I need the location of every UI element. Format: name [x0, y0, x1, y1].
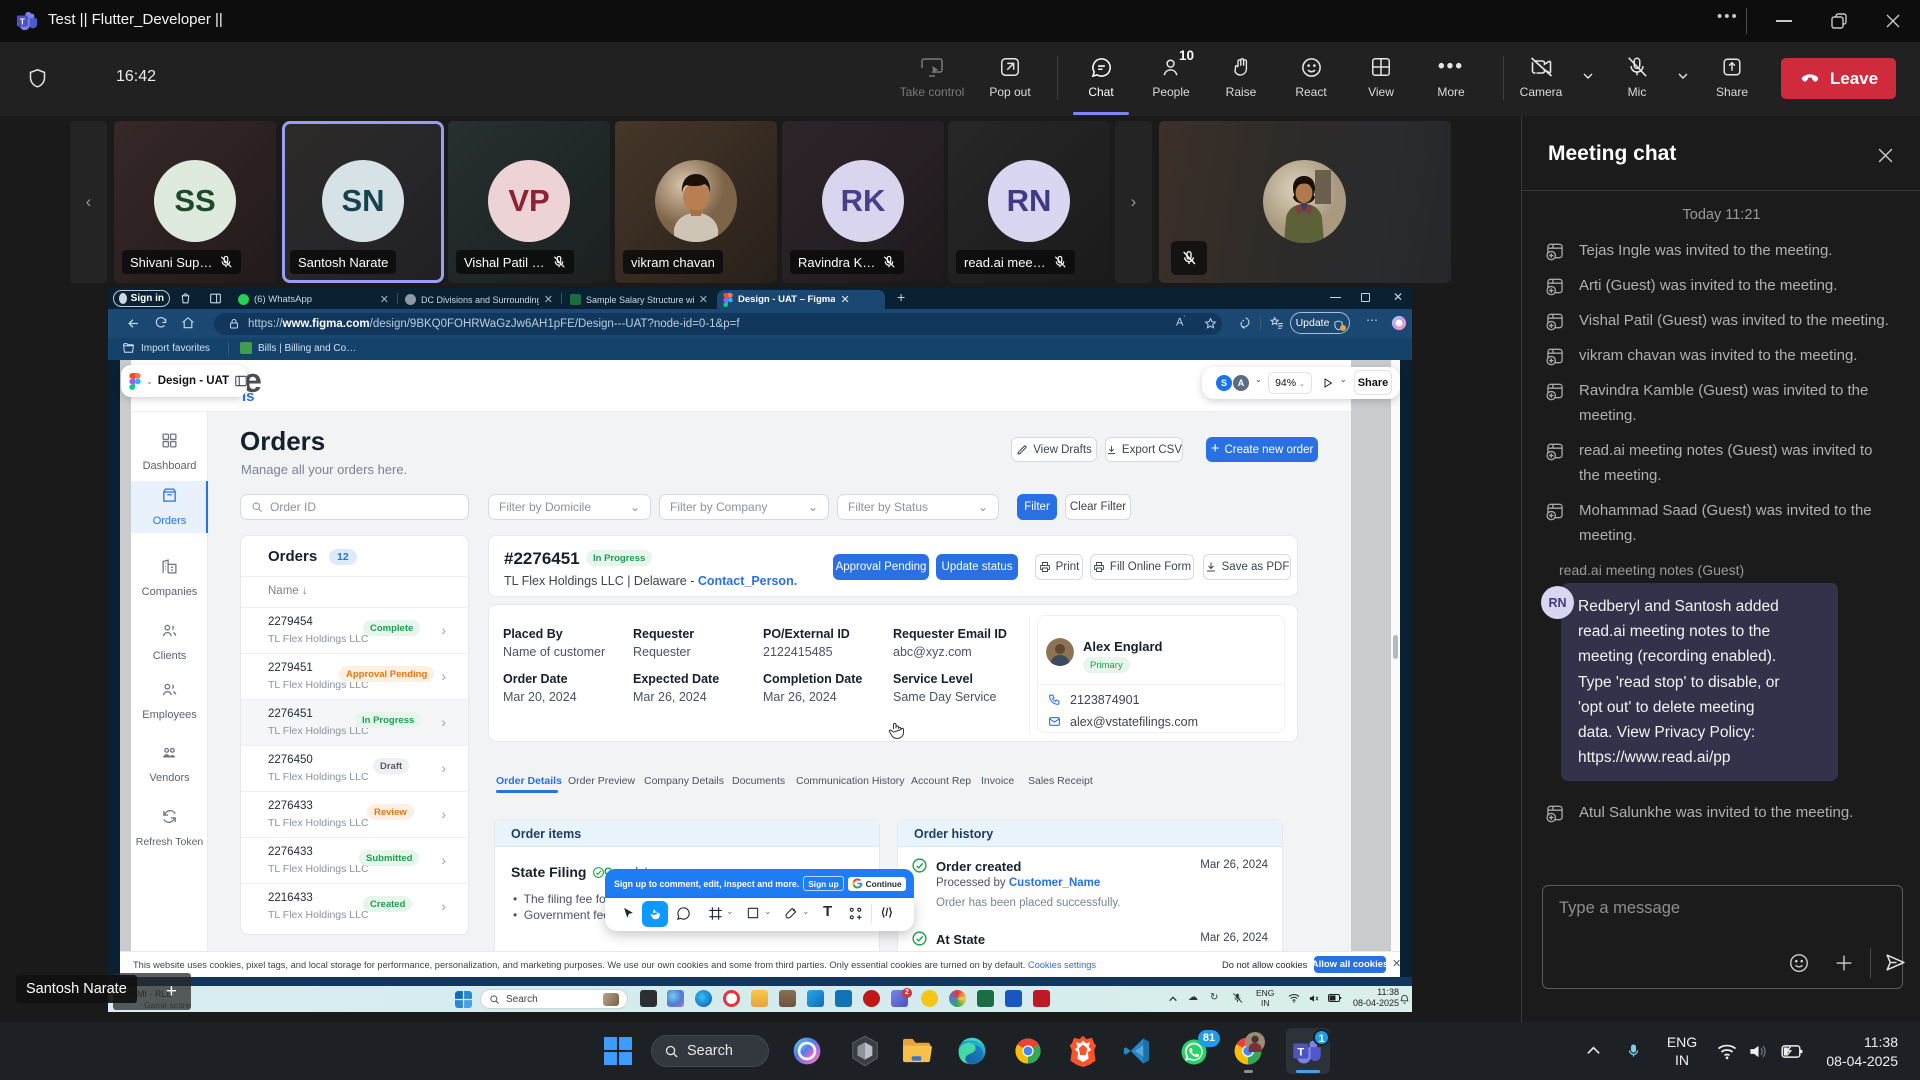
svg-text:T: T	[20, 17, 25, 26]
svg-text:T: T	[1297, 1047, 1304, 1059]
